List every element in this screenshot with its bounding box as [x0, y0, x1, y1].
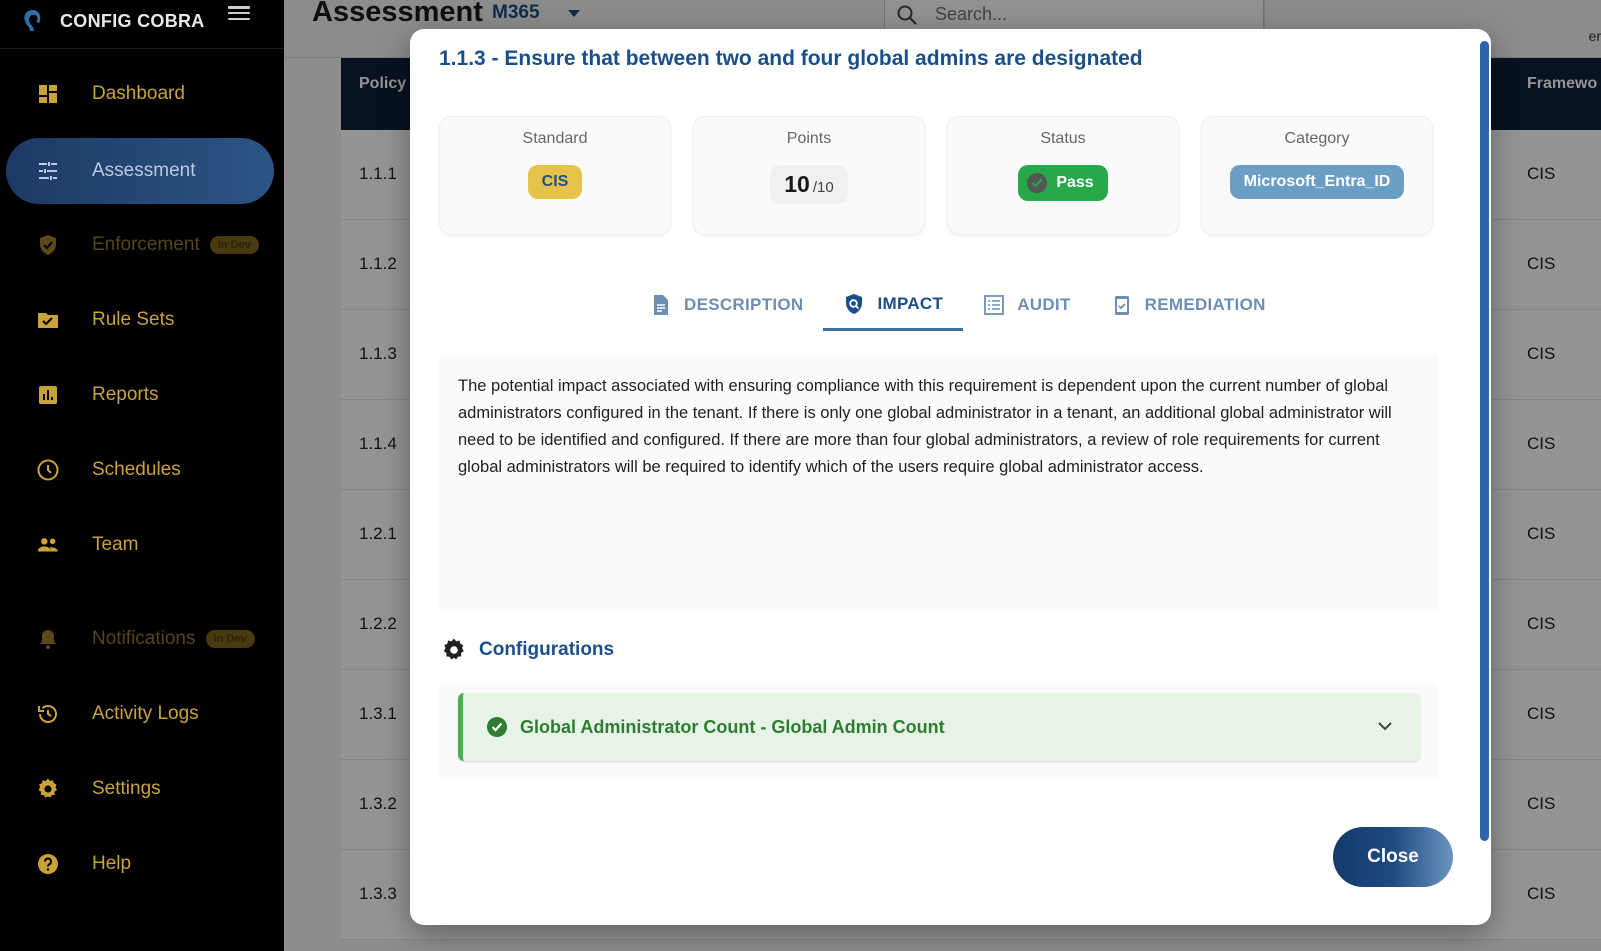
standard-label: Standard — [522, 130, 588, 147]
sidebar-item-label: Activity Logs — [92, 703, 199, 724]
shield-search-icon — [846, 293, 863, 314]
tab-impact[interactable]: IMPACT — [823, 279, 964, 331]
app-name: CONFIG COBRA — [60, 10, 205, 31]
configurations-heading: Configurations — [441, 637, 614, 663]
configuration-label: Global Administrator Count - Global Admi… — [520, 716, 945, 737]
check-circle-icon — [487, 717, 507, 737]
sidebar-item-schedules[interactable]: Schedules — [6, 437, 274, 503]
configuration-accordion[interactable]: Global Administrator Count - Global Admi… — [458, 693, 1420, 761]
tab-label: REMEDIATION — [1144, 295, 1266, 314]
category-chip: Microsoft_Entra_ID — [1229, 165, 1405, 199]
points-label: Points — [786, 130, 832, 147]
close-button[interactable]: Close — [1333, 827, 1453, 887]
status-value: Pass — [1056, 174, 1094, 191]
list-icon — [984, 295, 1005, 315]
tab-audit[interactable]: AUDIT — [963, 279, 1090, 331]
divider — [0, 48, 284, 49]
impact-content: The potential impact associated with ens… — [439, 353, 1439, 611]
sidebar-item-label: Settings — [92, 778, 161, 799]
sliders-icon — [36, 159, 60, 183]
status-card: Status Pass — [947, 116, 1179, 235]
folder-check-icon — [36, 308, 60, 332]
tab-label: AUDIT — [1017, 295, 1071, 314]
gear-icon — [36, 777, 60, 801]
tab-remediation[interactable]: REMEDIATION — [1091, 279, 1286, 331]
cobra-logo-icon — [24, 10, 41, 31]
tab-description[interactable]: DESCRIPTION — [630, 279, 823, 331]
sidebar-item-help[interactable]: Help — [6, 831, 274, 897]
sidebar-item-reports[interactable]: Reports — [6, 362, 274, 428]
clock-icon — [36, 458, 60, 482]
sidebar-item-team[interactable]: Team — [6, 512, 274, 578]
in-dev-badge: In Dev — [205, 630, 255, 648]
sidebar-item-label: Dashboard — [92, 83, 185, 104]
status-label: Status — [1040, 130, 1086, 147]
category-card: Category Microsoft_Entra_ID — [1201, 116, 1433, 235]
standard-chip: CIS — [527, 165, 583, 199]
category-label: Category — [1284, 130, 1350, 147]
modal-scrollbar[interactable] — [1480, 41, 1489, 841]
sidebar-item-label: Reports — [92, 384, 159, 405]
sidebar: CONFIG COBRA Dashboard Assessment Enforc… — [0, 0, 284, 951]
tab-bar: DESCRIPTION IMPACT AUDIT REMEDIATION — [630, 279, 1286, 335]
sidebar-item-rule-sets[interactable]: Rule Sets — [6, 287, 274, 353]
sidebar-item-label: Assessment — [92, 160, 196, 181]
gear-icon — [443, 638, 464, 660]
modal-title: 1.1.3 - Ensure that between two and four… — [439, 47, 1143, 70]
in-dev-badge: In Dev — [209, 236, 259, 254]
sidebar-item-label: Rule Sets — [92, 309, 175, 330]
tab-label: IMPACT — [877, 293, 944, 313]
shield-check-icon — [36, 233, 60, 257]
status-chip: Pass — [1018, 165, 1108, 201]
help-circle-icon — [36, 852, 60, 876]
sidebar-item-label: Help — [92, 853, 132, 874]
sidebar-item-label: Team — [92, 534, 139, 555]
configurations-panel: Global Administrator Count - Global Admi… — [439, 683, 1439, 779]
points-total: /10 — [812, 179, 834, 196]
history-icon — [36, 702, 60, 726]
document-icon — [654, 295, 668, 315]
sidebar-item-enforcement[interactable]: Enforcement In Dev — [6, 212, 274, 278]
sidebar-item-activity-logs[interactable]: Activity Logs — [6, 681, 274, 747]
sidebar-item-label: Schedules — [92, 459, 181, 480]
sidebar-item-dashboard[interactable]: Dashboard — [6, 61, 274, 127]
bell-icon — [36, 627, 60, 651]
chevron-down-icon[interactable] — [1376, 717, 1394, 735]
people-icon — [36, 533, 60, 557]
sidebar-item-assessment[interactable]: Assessment — [6, 138, 274, 204]
dashboard-icon — [36, 82, 60, 106]
bar-chart-icon — [36, 383, 60, 407]
sidebar-item-notifications[interactable]: Notifications In Dev — [6, 606, 274, 672]
sidebar-item-label: Notifications — [92, 628, 196, 649]
standard-card: Standard CIS — [439, 116, 671, 235]
clipboard-check-icon — [1114, 296, 1129, 315]
policy-detail-modal: 1.1.3 - Ensure that between two and four… — [410, 29, 1491, 925]
sidebar-item-label: Enforcement — [92, 234, 200, 255]
sidebar-item-settings[interactable]: Settings — [6, 756, 274, 822]
menu-toggle-icon[interactable] — [228, 6, 250, 20]
points-value-box: 10 /10 — [770, 165, 848, 204]
points-value: 10 — [784, 171, 810, 197]
points-card: Points 10 /10 — [693, 116, 925, 235]
tab-label: DESCRIPTION — [684, 295, 804, 314]
check-circle-icon — [1027, 173, 1048, 193]
configurations-title: Configurations — [479, 639, 615, 660]
